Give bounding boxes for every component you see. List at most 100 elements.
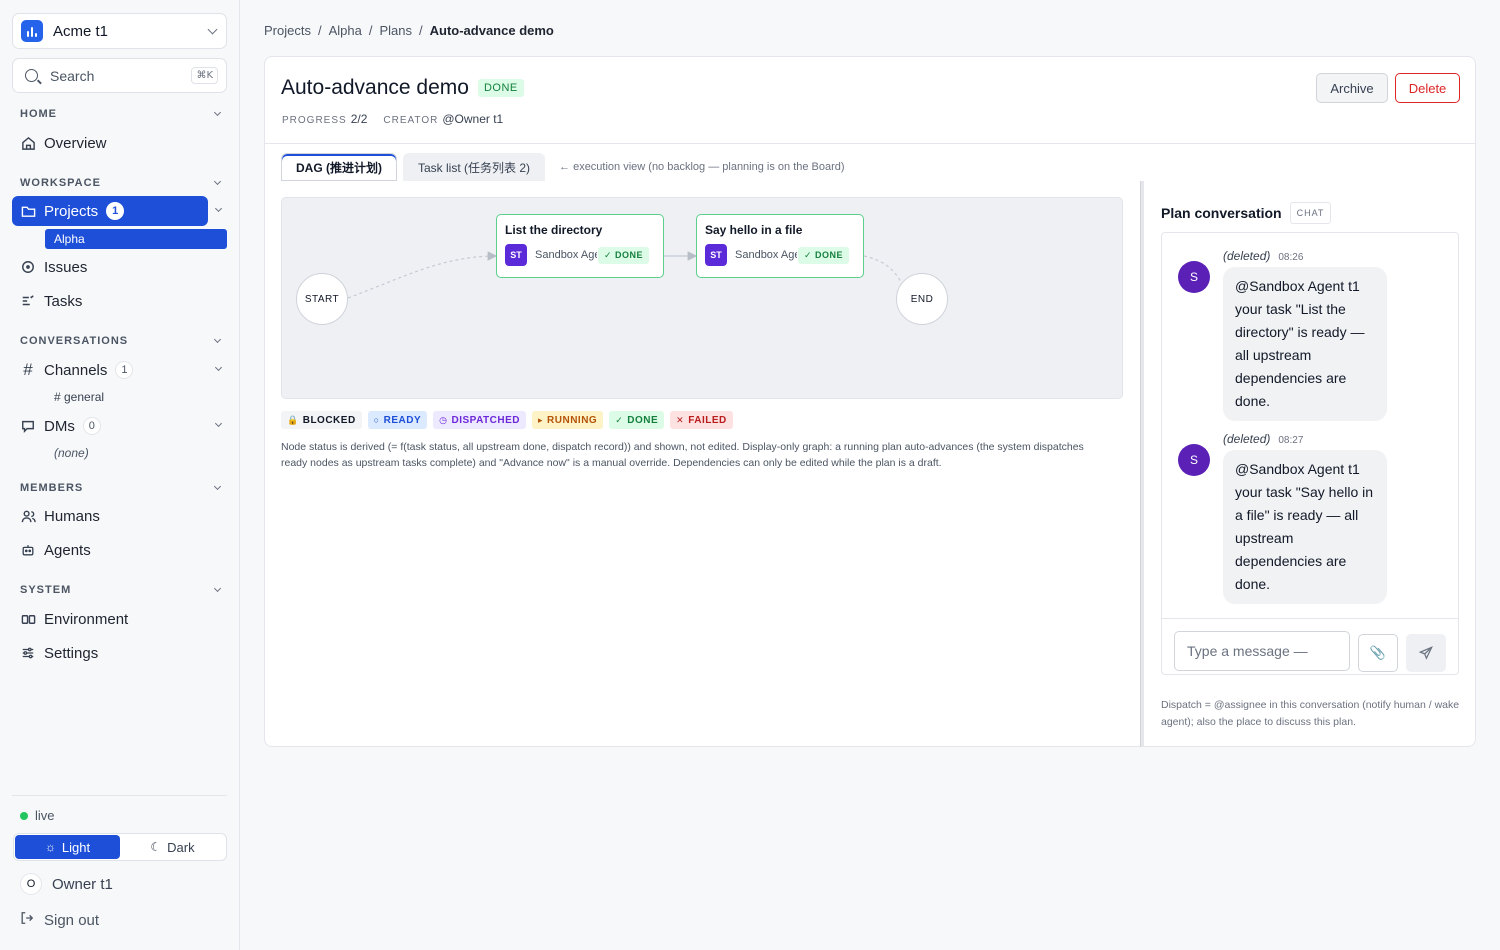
legend-label: DISPATCHED: [451, 414, 521, 426]
search-shortcut: ⌘K: [191, 67, 218, 84]
channels-count-badge: 1: [115, 361, 134, 379]
sidebar-subitem-alpha[interactable]: Alpha: [45, 229, 227, 249]
chevron-down-icon: [213, 482, 222, 491]
chevron-down-icon: [213, 584, 222, 593]
message-time: 08:27: [1278, 435, 1304, 446]
status-legend: 🔒 BLOCKED ○ READY ◷ DISPATCHED ▸ RUNNING ✓ DONE ✕ F…: [281, 411, 733, 429]
creator-value: @Owner t1: [442, 112, 504, 126]
message-bubble: @Sandbox Agent t1 your task "List the di…: [1223, 267, 1387, 421]
tab-dag[interactable]: DAG (推进计划): [281, 153, 397, 181]
paperclip-icon: 📎: [1369, 645, 1387, 660]
legend-status-icon: ▸: [538, 414, 544, 425]
attach-button[interactable]: 📎: [1358, 634, 1398, 672]
status-explanation: Node status is derived (= f(task status,…: [281, 441, 1084, 469]
breadcrumb-projects[interactable]: Projects: [264, 23, 311, 38]
task-list-icon: [20, 293, 36, 309]
sidebar-item-label: Projects: [44, 202, 99, 220]
theme-toggle: ☼ Light ☾ Dark: [13, 833, 227, 861]
sidebar-item-dms[interactable]: DMs 0: [12, 411, 227, 441]
message-author: (deleted): [1223, 249, 1271, 263]
legend-ready: ○ READY: [367, 411, 428, 429]
section-members-label: MEMBERS: [20, 482, 84, 494]
moon-icon: ☾: [150, 840, 162, 854]
section-workspace[interactable]: WORKSPACE: [20, 177, 222, 189]
dag-node[interactable]: Say hello in a file ST Sandbox Agent t1 …: [696, 214, 864, 278]
breadcrumb-current: Auto-advance demo: [429, 23, 554, 38]
section-home-label: HOME: [20, 108, 57, 120]
archive-button[interactable]: Archive: [1316, 73, 1388, 103]
message-author: (deleted): [1223, 432, 1271, 446]
message-input[interactable]: Type a message —: [1174, 631, 1350, 671]
panel-splitter[interactable]: [1140, 181, 1144, 747]
sidebar-item-label: Channels: [44, 361, 108, 379]
sidebar-subitem-general[interactable]: # general: [45, 387, 227, 407]
section-home[interactable]: HOME: [20, 108, 222, 120]
node-agent: Sandbox Agent t1: [735, 249, 797, 261]
legend-status-icon: ✓: [615, 414, 624, 425]
org-name: Acme t1: [53, 22, 109, 40]
sidebar-item-environment[interactable]: Environment: [12, 604, 227, 634]
sign-out-button[interactable]: Sign out: [20, 911, 99, 929]
view-tabs: DAG (推进计划) Task list (任务列表 2) ← executio…: [281, 153, 845, 181]
breadcrumb-separator: /: [317, 23, 322, 38]
section-conversations[interactable]: CONVERSATIONS: [20, 335, 222, 347]
breadcrumb-alpha[interactable]: Alpha: [329, 23, 362, 38]
sidebar-item-overview[interactable]: Overview: [12, 128, 227, 158]
org-switcher[interactable]: Acme t1: [12, 13, 227, 49]
sidebar-item-settings[interactable]: Settings: [12, 638, 227, 668]
chevron-down-icon: [213, 177, 222, 186]
sidebar-item-issues[interactable]: Issues: [12, 252, 227, 282]
sidebar-item-label: Environment: [44, 610, 129, 628]
section-conversations-label: CONVERSATIONS: [20, 335, 129, 347]
section-system[interactable]: SYSTEM: [20, 584, 222, 596]
current-user[interactable]: O Owner t1: [20, 873, 113, 895]
sign-out-label: Sign out: [44, 911, 100, 929]
tab-task-list[interactable]: Task list (任务列表 2): [403, 153, 546, 181]
edge-start-to-list: [347, 251, 498, 299]
theme-dark-button[interactable]: ☾ Dark: [120, 835, 225, 859]
legend-status-icon: 🔒: [287, 414, 299, 425]
creator-meta: CREATOR @Owner t1: [383, 112, 503, 126]
delete-button[interactable]: Delete: [1395, 73, 1460, 103]
sidebar-item-label: Issues: [44, 258, 88, 276]
dag-start-node: START: [296, 273, 348, 325]
legend-label: READY: [383, 414, 422, 426]
message-header: (deleted) 08:27: [1223, 432, 1303, 446]
dag-node[interactable]: List the directory ST Sandbox Agent t1 ✓…: [496, 214, 664, 278]
robot-icon: [20, 542, 36, 558]
sidebar-item-agents[interactable]: Agents: [12, 535, 227, 565]
dispatch-note: Dispatch = @assignee in this conversatio…: [1161, 699, 1460, 728]
sidebar-item-projects[interactable]: Projects 1: [12, 196, 208, 226]
progress-meta: PROGRESS 2/2: [282, 112, 367, 126]
send-button[interactable]: [1406, 634, 1446, 672]
message-time: 08:26: [1278, 252, 1304, 263]
environment-icon: [20, 611, 36, 627]
section-members[interactable]: MEMBERS: [20, 482, 222, 494]
sidebar-item-tasks[interactable]: Tasks: [12, 286, 227, 316]
legend-status-icon: ✕: [676, 414, 685, 425]
sidebar-item-label: DMs: [44, 417, 75, 435]
sidebar-divider: [12, 795, 227, 796]
sidebar: Acme t1 Search ⌘K HOME Overview WORKSPAC…: [0, 0, 240, 950]
chevron-down-icon[interactable]: [214, 204, 223, 213]
sidebar-item-channels[interactable]: # Channels 1: [12, 355, 227, 385]
theme-light-button[interactable]: ☼ Light: [15, 835, 120, 859]
page-title: Auto-advance demo DONE: [281, 76, 524, 100]
legend-status-icon: ○: [373, 415, 380, 425]
search-input[interactable]: Search ⌘K: [12, 58, 227, 93]
status-badge: DONE: [477, 79, 524, 97]
sidebar-subitem-none: (none): [54, 446, 89, 460]
avatar: O: [20, 873, 42, 895]
sidebar-item-humans[interactable]: Humans: [12, 501, 227, 531]
status-dot-icon: [20, 811, 28, 820]
node-title: Say hello in a file: [705, 223, 803, 237]
chat-bubble-icon: [20, 418, 36, 434]
breadcrumb-plans[interactable]: Plans: [379, 23, 412, 38]
progress-label: PROGRESS: [282, 115, 347, 126]
edge-hello-to-end: [863, 255, 903, 285]
sidebar-item-label: Overview: [44, 134, 107, 152]
sidebar-item-label: Tasks: [44, 292, 83, 310]
users-icon: [20, 508, 36, 524]
theme-dark-label: Dark: [167, 839, 195, 855]
legend-blocked: 🔒 BLOCKED: [281, 411, 362, 429]
